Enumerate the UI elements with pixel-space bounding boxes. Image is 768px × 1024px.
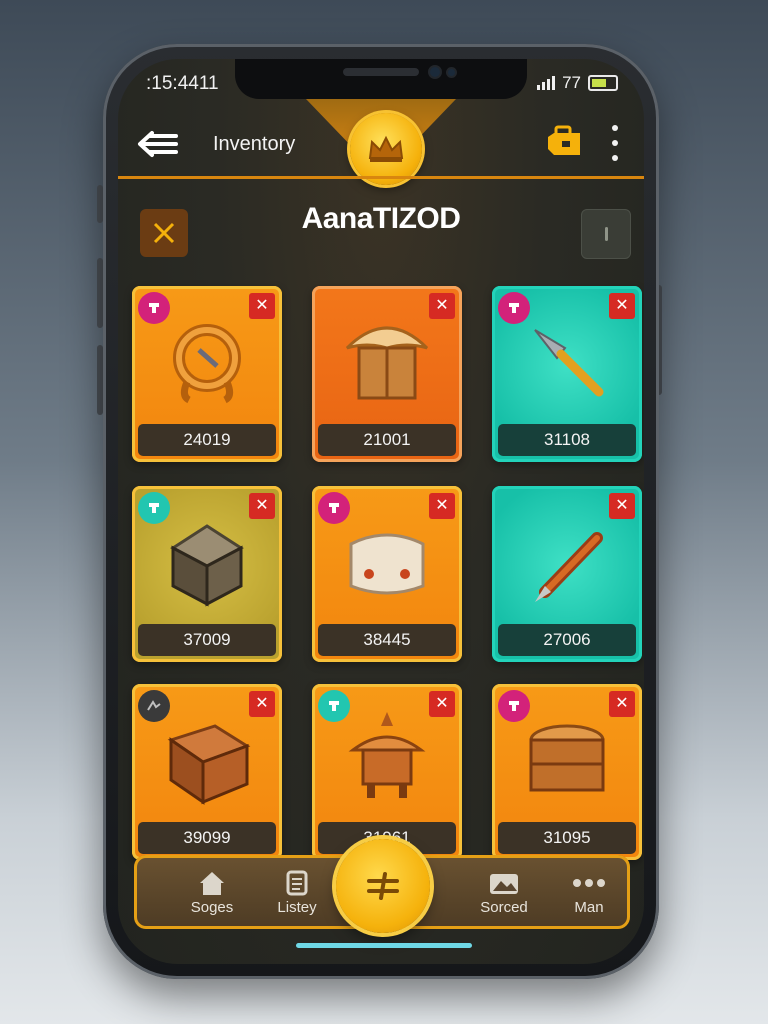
battery-icon [588,75,618,91]
divider-icon [604,227,608,241]
nav-label: Man [574,899,604,916]
item-value: 31095 [498,822,636,854]
home-indicator[interactable] [296,943,472,948]
back-button[interactable] [134,127,180,161]
status-time: :15:4411 [146,73,219,94]
item-value: 39099 [138,822,276,854]
inventory-card[interactable]: ✕ 21001 [312,286,462,462]
header-divider [118,176,644,179]
swap-icon [367,872,399,900]
sensor-icon [448,69,455,76]
nav-item-sorced[interactable]: Sorced [464,867,544,916]
briefcase-button[interactable] [544,121,584,161]
inventory-card[interactable]: ✕ 39099 [132,684,282,860]
swap-fab-button[interactable] [336,839,430,933]
nav-item-listey[interactable]: Listey [257,867,337,916]
crown-button[interactable] [350,113,422,185]
treasure-chest-icon [529,724,605,792]
inventory-card[interactable]: ✕ 27006 [492,486,642,662]
tent-icon [345,326,429,400]
nav-label: Soges [190,899,234,916]
nav-label: Listey [277,899,317,916]
more-horizontal-icon [573,879,605,887]
menu-toggle-button[interactable] [581,209,631,259]
item-value: 27006 [498,624,636,656]
shrine-icon [348,712,426,798]
dagger-icon [535,532,603,602]
spear-icon [534,329,604,397]
item-value: 38445 [318,624,456,656]
stone-chest-icon [170,524,244,607]
signal-text: 77 [562,73,581,92]
item-value: 24019 [138,424,276,456]
wooden-box-icon [167,724,251,805]
home-icon [200,872,224,895]
item-value: 37009 [138,624,276,656]
nav-label: Sorced [480,899,528,916]
notch [235,59,527,99]
inventory-card[interactable]: ✕ 31095 [492,684,642,860]
swords-icon [153,222,175,244]
signal-icon [537,76,556,90]
camera-icon [430,67,440,77]
inventory-grid: ✕ 24019 ✕ 21001 ✕ 31108 ✕ 37009 ✕ 38445 … [132,286,642,886]
page-title: AanaTIZOD [301,202,461,235]
item-value: 31108 [498,424,636,456]
nav-item-soges[interactable]: Soges [172,867,252,916]
speaker [343,68,419,76]
inventory-card[interactable]: ✕ 24019 [132,286,282,462]
photo-icon [490,874,518,894]
briefcase-icon [548,125,580,155]
nav-item-man[interactable]: Man [549,867,629,916]
scroll-icon [286,870,308,896]
ring-icon [173,324,241,404]
cushion-icon [349,533,425,595]
status-icons: 77 [537,73,618,93]
more-vertical-icon [612,125,618,131]
crown-icon [368,135,404,162]
inventory-card[interactable]: ✕ 31961 [312,684,462,860]
more-options-button[interactable] [608,125,622,161]
item-value: 21001 [318,424,456,456]
swords-button[interactable] [140,209,188,257]
phone-screen: :15:4411 77 Inventory AanaTIZOD ✕ 24019 … [118,59,644,964]
back-arrow-icon [138,131,178,157]
inventory-card[interactable]: ✕ 31108 [492,286,642,462]
inventory-card[interactable]: ✕ 37009 [132,486,282,662]
header-title: Inventory [213,133,296,155]
inventory-card[interactable]: ✕ 38445 [312,486,462,662]
